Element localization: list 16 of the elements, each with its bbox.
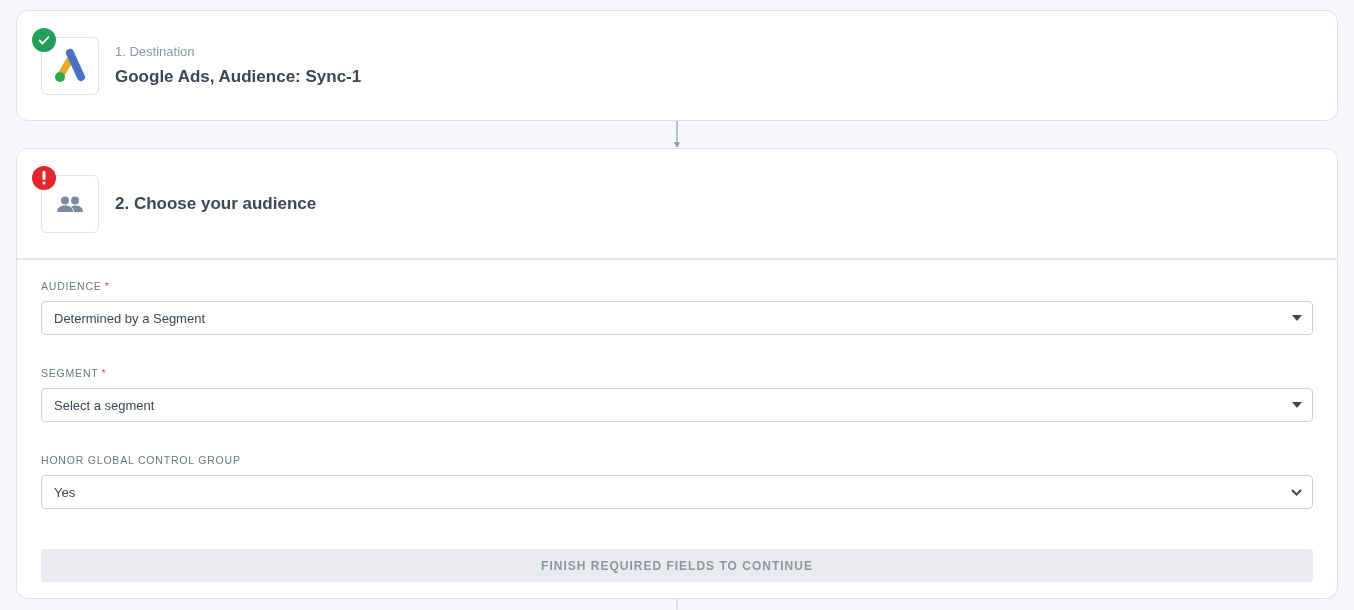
- required-asterisk: *: [101, 367, 107, 380]
- dropdown-caret-icon: [1292, 315, 1302, 322]
- field-label: SEGMENT *: [41, 367, 108, 380]
- step-number-label: 1. Destination: [115, 44, 196, 59]
- select-field[interactable]: Determined by a Segment: [41, 301, 1313, 336]
- step-title: Google Ads, Audience: Sync-1: [115, 67, 362, 87]
- field-label: AUDIENCE *: [41, 280, 111, 293]
- dropdown-caret-icon: [1292, 402, 1302, 409]
- chevron-down-icon: [1291, 488, 1302, 496]
- connector-arrow: [672, 121, 682, 149]
- step-title: 2. Choose your audience: [115, 193, 317, 214]
- required-asterisk: *: [104, 280, 110, 293]
- field-label: HONOR GLOBAL CONTROL GROUP: [41, 454, 242, 467]
- people-icon: [56, 195, 84, 212]
- select-field[interactable]: Select a segment: [41, 388, 1313, 423]
- select-field[interactable]: Yes: [41, 475, 1313, 510]
